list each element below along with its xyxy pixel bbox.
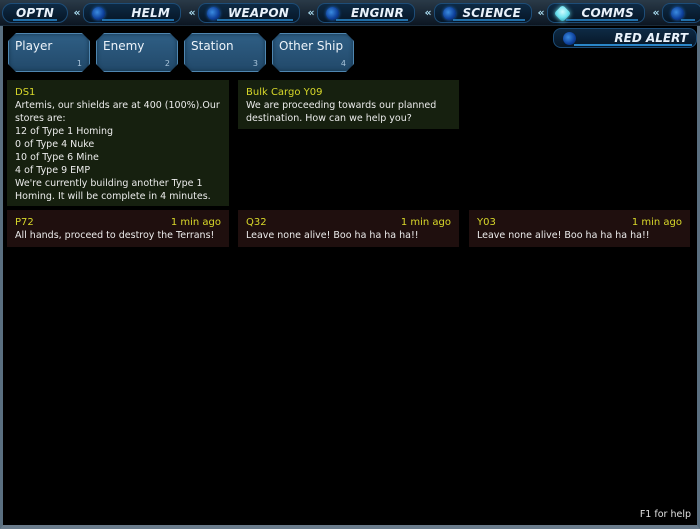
tab-enemy[interactable]: Enemy 2 <box>96 33 178 72</box>
red-alert-label: RED ALERT <box>614 31 688 45</box>
station-tab-weapon[interactable]: WEAPON <box>198 3 300 23</box>
message-panel-ds1[interactable]: DS1 Artemis, our shields are at 400 (100… <box>7 80 229 206</box>
station-label: OPTN <box>15 6 55 20</box>
message-line: Homing. It will be complete in 4 minutes… <box>15 191 211 202</box>
message-text: Leave none alive! Boo ha ha ha ha!! <box>477 230 650 241</box>
chevron-icon: « <box>188 6 196 19</box>
station-tab-comms[interactable]: COMMS <box>547 3 645 23</box>
chevron-icon: « <box>424 6 432 19</box>
tab-label: Station <box>191 39 234 53</box>
message-sender: DS1 <box>15 87 36 98</box>
station-orb-active-icon <box>553 4 572 23</box>
message-panel-q32[interactable]: Q32 1 min ago Leave none alive! Boo ha h… <box>238 210 459 247</box>
chevron-icon: « <box>73 6 81 19</box>
station-orb-icon <box>443 7 456 20</box>
message-time: 1 min ago <box>631 217 682 228</box>
message-panel-p72[interactable]: P72 1 min ago All hands, proceed to dest… <box>7 210 229 247</box>
chevron-icon: « <box>652 6 660 19</box>
station-label: HELM <box>131 6 170 20</box>
message-text: Leave none alive! Boo ha ha ha ha!! <box>246 230 419 241</box>
message-line: destination. How can we help you? <box>246 113 412 124</box>
tab-station[interactable]: Station 3 <box>184 33 266 72</box>
station-orb-icon <box>671 7 684 20</box>
message-sender: Bulk Cargo Y09 <box>246 87 323 98</box>
station-tab-enginr[interactable]: ENGINR <box>317 3 415 23</box>
station-orb-icon <box>92 7 105 20</box>
station-label: ENGINR <box>350 6 404 20</box>
target-tabs: Player 1 Enemy 2 Station 3 Other Ship 4 <box>8 33 354 72</box>
tab-label: Other Ship <box>279 39 344 53</box>
tab-hotkey: 2 <box>164 59 170 68</box>
red-alert-button[interactable]: RED ALERT <box>553 28 697 48</box>
help-hint: F1 for help <box>639 509 691 520</box>
station-bar: OPTN « HELM « WEAPON « ENGINR « SCIENCE … <box>0 0 700 26</box>
tab-hotkey: 4 <box>340 59 346 68</box>
message-text: All hands, proceed to destroy the Terran… <box>15 230 215 241</box>
message-line: 4 of Type 9 EMP <box>15 165 91 176</box>
message-line: Artemis, our shields are at 400 (100%).O… <box>15 100 220 111</box>
station-tab-extra[interactable] <box>662 3 700 23</box>
message-line: 0 of Type 4 Nuke <box>15 139 95 150</box>
tab-other-ship[interactable]: Other Ship 4 <box>272 33 354 72</box>
chevron-icon: « <box>307 6 315 19</box>
tab-player[interactable]: Player 1 <box>8 33 90 72</box>
tab-hotkey: 3 <box>252 59 258 68</box>
message-line: stores are: <box>15 113 66 124</box>
message-time: 1 min ago <box>170 217 221 228</box>
tab-label: Player <box>15 39 53 53</box>
station-tab-optn[interactable]: OPTN <box>2 3 68 23</box>
message-time: 1 min ago <box>400 217 451 228</box>
message-line: We're currently building another Type 1 <box>15 178 203 189</box>
station-label: COMMS <box>581 6 634 20</box>
chevron-icon: « <box>537 6 545 19</box>
tab-hotkey: 1 <box>76 59 82 68</box>
station-orb-icon <box>326 7 339 20</box>
message-panel-y03[interactable]: Y03 1 min ago Leave none alive! Boo ha h… <box>469 210 690 247</box>
message-panel-bulk-cargo[interactable]: Bulk Cargo Y09 We are proceeding towards… <box>238 80 459 129</box>
tab-label: Enemy <box>103 39 145 53</box>
station-orb-icon <box>207 7 220 20</box>
message-line: We are proceeding towards our planned <box>246 100 437 111</box>
station-tab-helm[interactable]: HELM <box>83 3 181 23</box>
alert-orb-icon <box>563 32 576 45</box>
station-tab-science[interactable]: SCIENCE <box>434 3 532 23</box>
station-label: WEAPON <box>228 6 289 20</box>
message-line: 12 of Type 1 Homing <box>15 126 114 137</box>
message-line: 10 of Type 6 Mine <box>15 152 99 163</box>
station-label: SCIENCE <box>462 6 521 20</box>
